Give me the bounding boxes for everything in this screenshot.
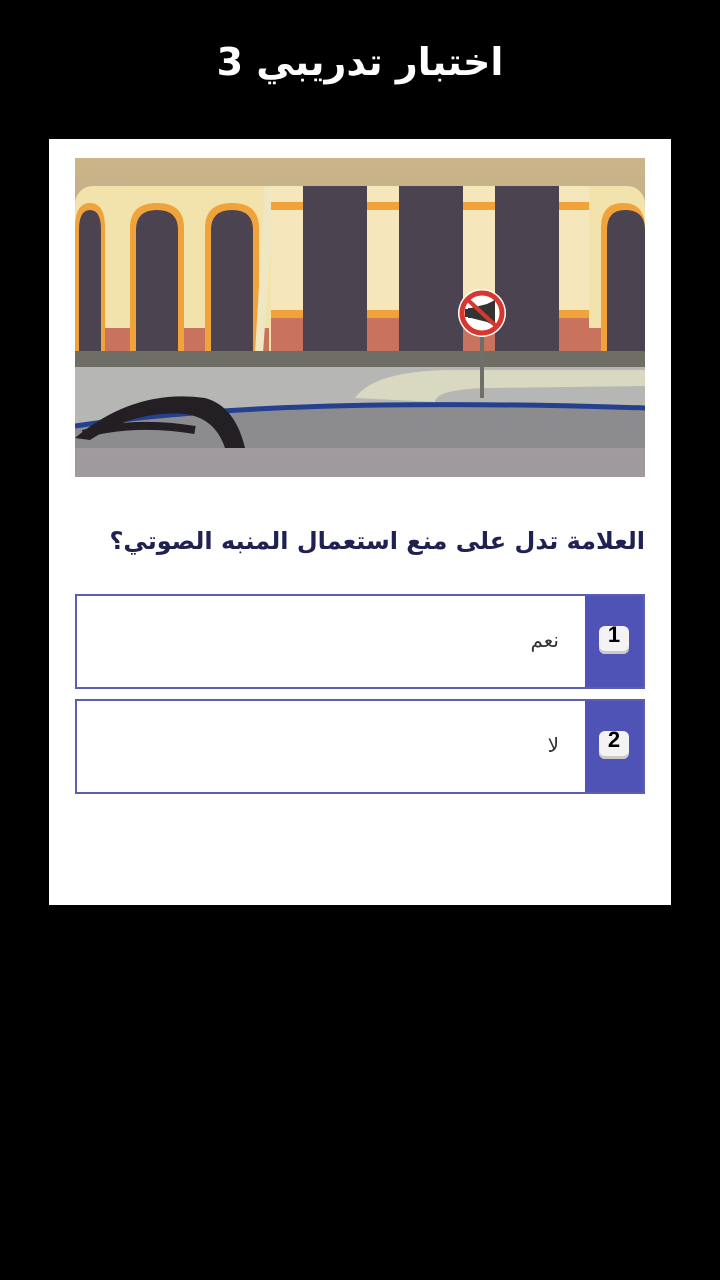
answer-option-1[interactable]: 1 نعم <box>75 594 645 689</box>
option-label: نعم <box>530 628 559 652</box>
question-text: العلامة تدل على منع استعمال المنبه الصوت… <box>109 527 646 555</box>
building-columns <box>271 186 589 353</box>
question-illustration <box>75 158 645 477</box>
option-label: لا <box>547 733 559 757</box>
building-arches-left <box>75 203 259 353</box>
option-number-panel: 2 <box>585 701 643 792</box>
question-card: العلامة تدل على منع استعمال المنبه الصوت… <box>49 139 671 905</box>
option-number-badge: 2 <box>599 727 629 759</box>
option-number: 2 <box>607 727 621 752</box>
answer-option-2[interactable]: 2 لا <box>75 699 645 794</box>
option-number: 1 <box>607 622 621 647</box>
option-number-badge: 1 <box>599 622 629 654</box>
page-title: اختبار تدريبي 3 <box>216 40 504 84</box>
option-number-panel: 1 <box>585 596 643 687</box>
